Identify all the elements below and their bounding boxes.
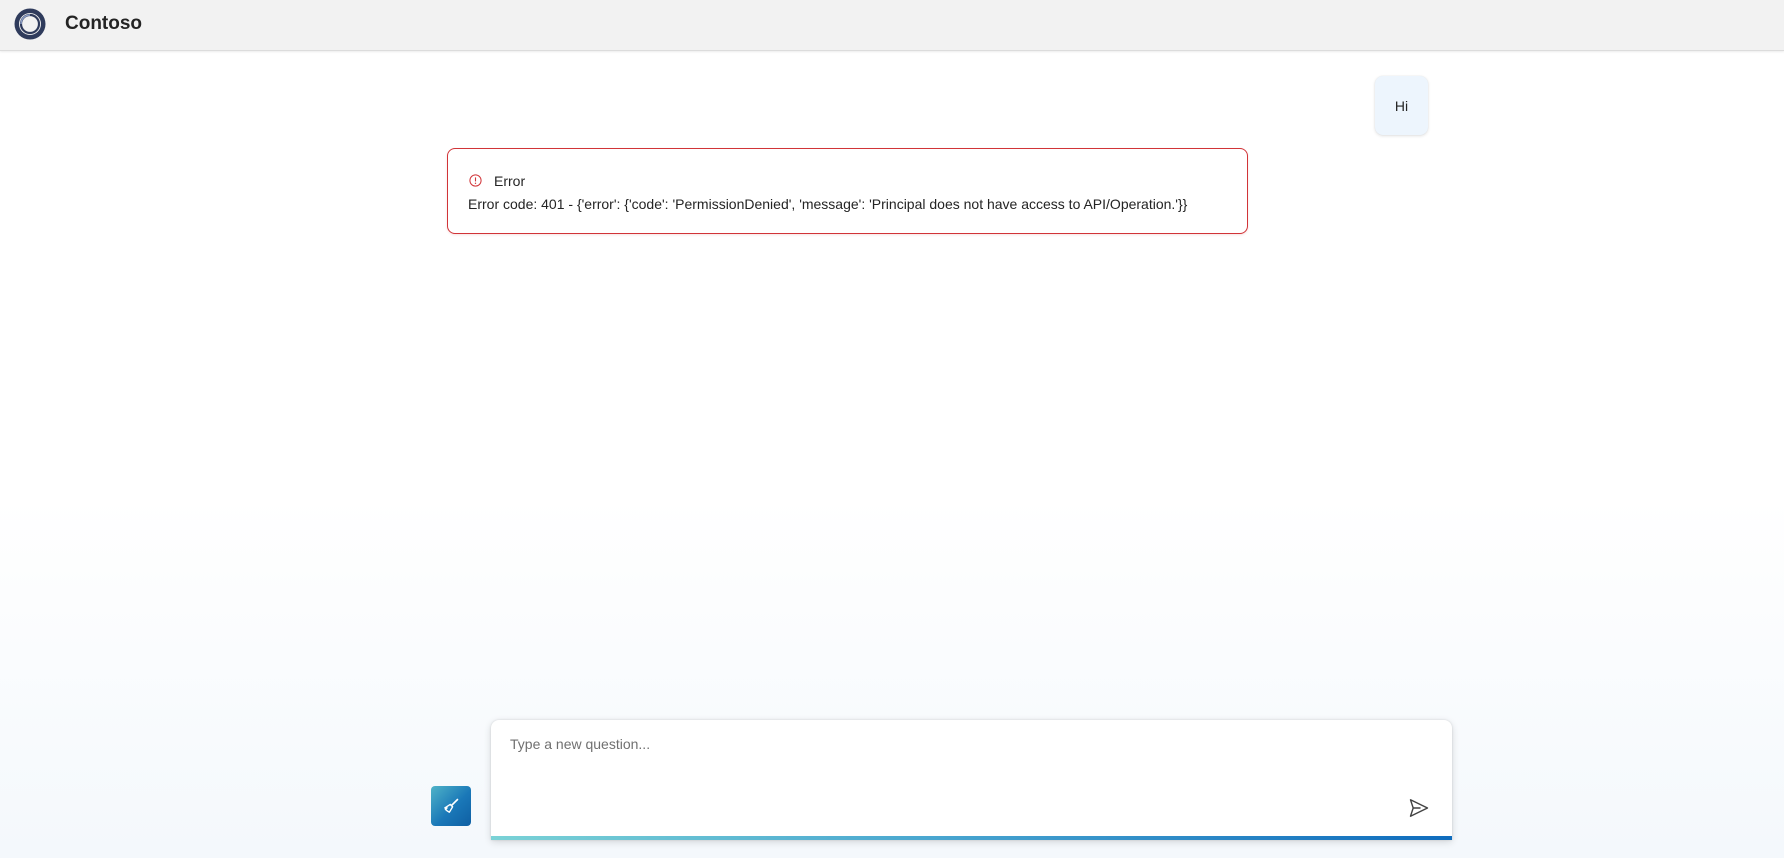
send-button[interactable] [1403,792,1435,824]
send-icon [1409,799,1429,817]
user-message-bubble: Hi [1375,76,1428,135]
question-composer [491,720,1452,840]
user-message-text: Hi [1394,97,1409,114]
error-circle-icon [469,174,482,187]
question-input[interactable] [510,736,1410,752]
error-title: Error [494,173,526,189]
error-message-text: Error code: 401 - {'error': {'code': 'Pe… [468,196,1188,212]
app-header: Contoso [0,0,1784,51]
broom-icon [444,798,459,813]
clear-chat-button[interactable] [431,786,471,826]
contoso-logo-icon [14,8,46,40]
composer-accent-underline [491,836,1452,840]
error-message-card: Error Error code: 401 - {'error': {'code… [447,148,1248,234]
app-title: Contoso [65,13,143,34]
